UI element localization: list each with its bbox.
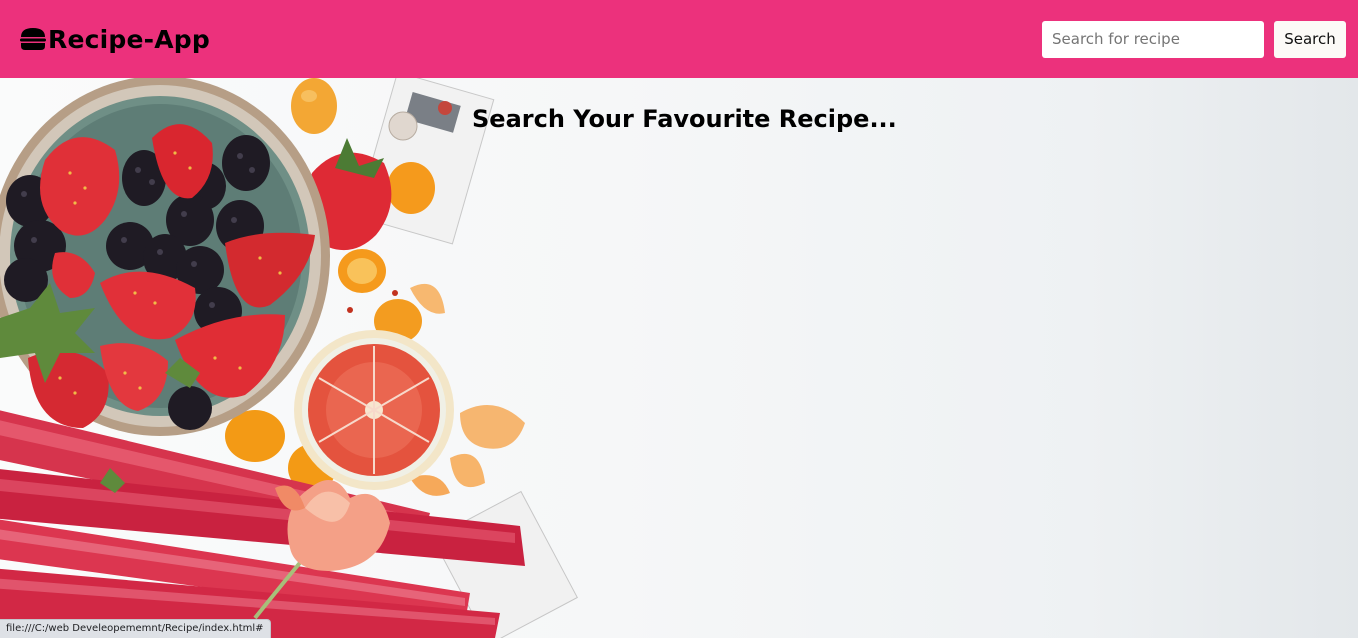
burger-icon (20, 28, 46, 50)
brand-name: Recipe-App (48, 24, 210, 54)
hero-heading: Search Your Favourite Recipe... (472, 105, 897, 133)
brand[interactable]: Recipe-App (20, 25, 210, 54)
navbar: Recipe-App Search (0, 0, 1358, 78)
hero-background-image (0, 78, 578, 638)
search-input[interactable] (1042, 20, 1264, 58)
status-bar-url: file:///C:/web Develeopememnt/Recipe/ind… (0, 619, 271, 638)
search-form: Search (1042, 20, 1346, 58)
page: Recipe-App Search Search Your Favourite … (0, 0, 1358, 638)
search-button[interactable]: Search (1274, 20, 1346, 58)
grapefruit-half (294, 330, 454, 490)
